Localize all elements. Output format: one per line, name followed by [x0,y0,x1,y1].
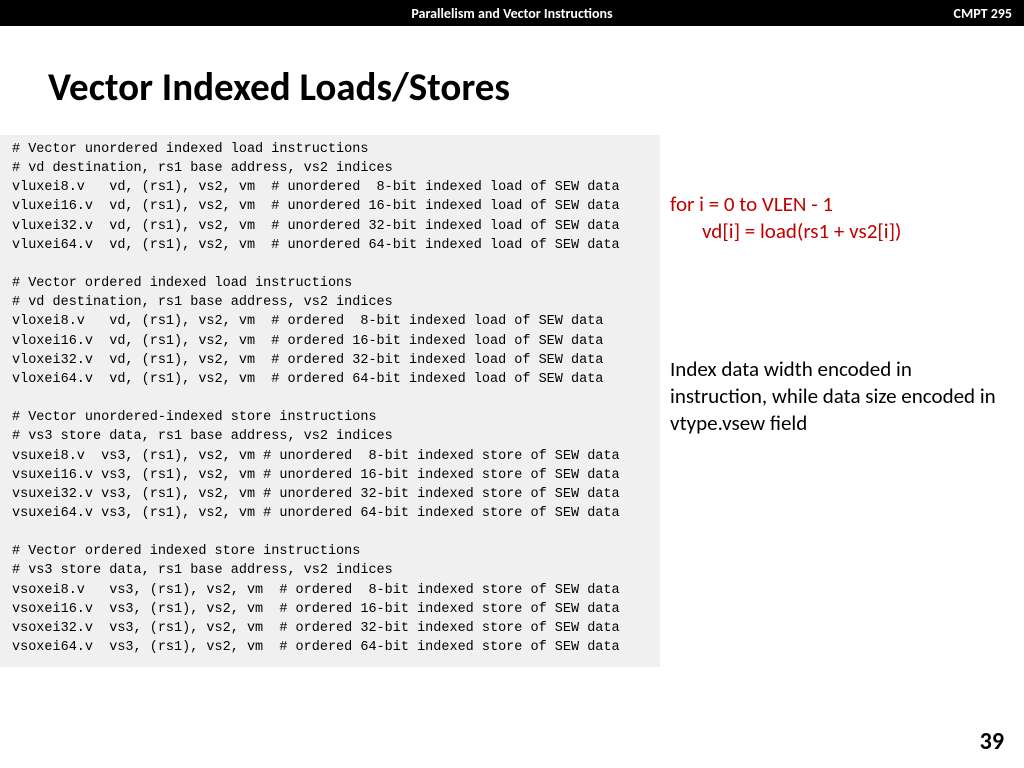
header-course-code: CMPT 295 [954,5,1012,22]
pseudocode-line1: for i = 0 to VLEN - 1 [670,191,833,217]
header-center-label: Parallelism and Vector Instructions [411,5,612,22]
code-block: # Vector unordered indexed load instruct… [0,135,660,667]
header-bar: Parallelism and Vector Instructions CMPT… [0,0,1024,26]
pseudocode: for i = 0 to VLEN - 1 vd[i] = load(rs1 +… [670,191,1010,246]
explanatory-note: Index data width encoded in instruction,… [670,356,1010,438]
content-area: # Vector unordered indexed load instruct… [0,135,1024,667]
pseudocode-line2: vd[i] = load(rs1 + vs2[i]) [670,218,1010,245]
page-number: 39 [980,727,1004,756]
right-panel: for i = 0 to VLEN - 1 vd[i] = load(rs1 +… [670,191,1010,437]
slide-title: Vector Indexed Loads/Stores [48,64,1024,111]
